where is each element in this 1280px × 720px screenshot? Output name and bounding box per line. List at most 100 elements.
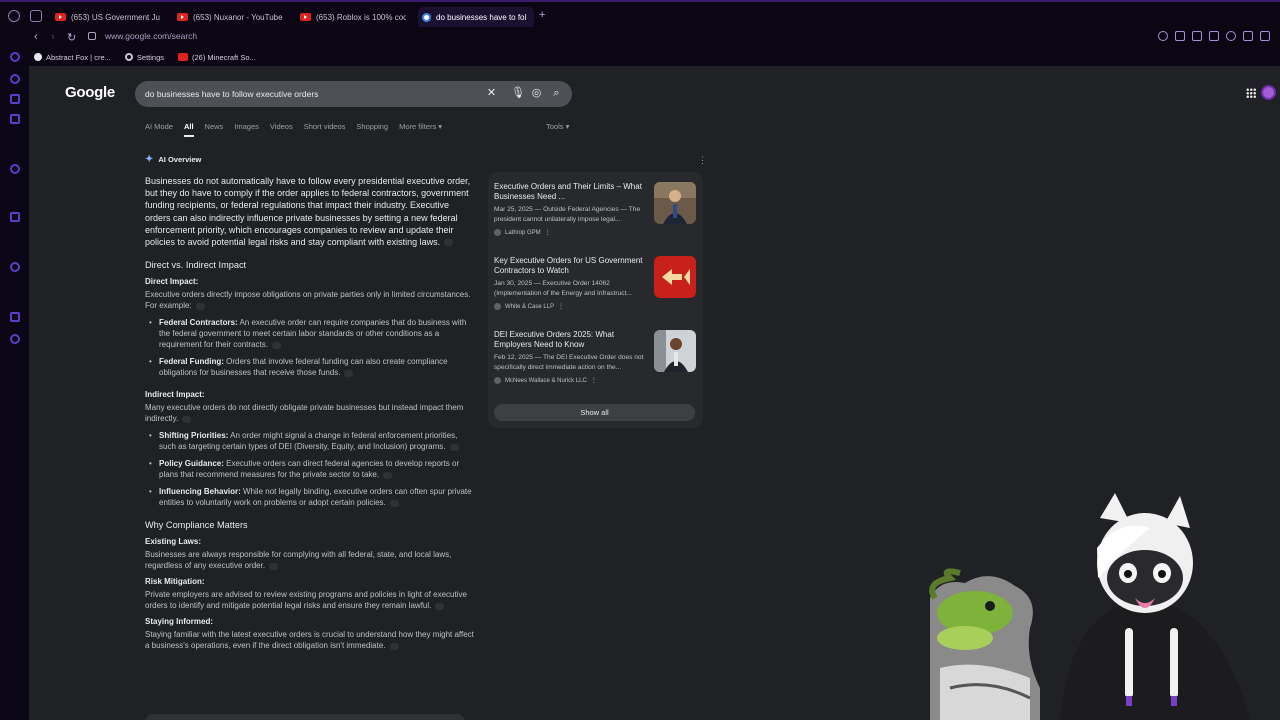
apps-grid-icon[interactable] bbox=[1246, 88, 1256, 98]
lock-icon[interactable] bbox=[88, 32, 96, 40]
search-icon[interactable]: ⌕ bbox=[551, 88, 562, 99]
item-title: Influencing Behavior: bbox=[159, 487, 241, 497]
url-field[interactable]: www.google.com/search bbox=[105, 31, 197, 41]
avatar[interactable] bbox=[1261, 85, 1276, 100]
tools-button[interactable]: Tools ▾ bbox=[546, 122, 569, 131]
sidebar-app-icon[interactable] bbox=[10, 74, 20, 84]
sidebar-app-icon[interactable] bbox=[10, 52, 20, 62]
source-title[interactable]: DEI Executive Orders 2025: What Employer… bbox=[494, 330, 649, 350]
menu-icon[interactable] bbox=[1260, 31, 1270, 41]
back-icon[interactable]: ‹ bbox=[34, 31, 38, 43]
tab-all[interactable]: All bbox=[183, 122, 194, 137]
source-thumbnail[interactable] bbox=[654, 182, 696, 224]
link-icon[interactable] bbox=[344, 369, 354, 377]
ai-overview: ✦ AI Overview Businesses do not automati… bbox=[145, 154, 475, 657]
source-card[interactable]: Key Executive Orders for US Government C… bbox=[494, 256, 699, 316]
source-site: White & Case LLP ⋮ bbox=[494, 303, 564, 310]
tab-groups-icon[interactable] bbox=[30, 10, 42, 22]
tab-videos[interactable]: Videos bbox=[270, 122, 293, 131]
show-all-button[interactable]: Show all bbox=[494, 404, 695, 421]
search-box[interactable]: do businesses have to follow executive o… bbox=[135, 81, 572, 107]
bookmark-settings[interactable]: Settings bbox=[124, 53, 164, 62]
bookmark-label: Abstract Fox | cre... bbox=[46, 52, 111, 62]
tab-2[interactable]: (653) Nuxanor - YouTube bbox=[177, 7, 289, 27]
favicon-icon bbox=[494, 377, 501, 384]
subsection-title: Existing Laws: bbox=[145, 537, 202, 547]
item-title: Policy Guidance: bbox=[159, 459, 224, 469]
tab-short-videos[interactable]: Short videos bbox=[304, 122, 346, 131]
sidebar-app-icon[interactable] bbox=[10, 312, 20, 322]
tab-active[interactable]: do businesses have to fol bbox=[418, 7, 534, 27]
heart-icon[interactable] bbox=[1226, 31, 1236, 41]
sidebar-app-icon[interactable] bbox=[10, 114, 20, 124]
link-icon[interactable] bbox=[444, 239, 454, 247]
tab-1[interactable]: (653) US Government Ju bbox=[55, 7, 163, 27]
link-icon[interactable] bbox=[389, 642, 399, 650]
bookmark-label: (26) Minecraft So... bbox=[192, 52, 256, 62]
bookmark-minecraft[interactable]: (26) Minecraft So... bbox=[178, 53, 256, 62]
ai-overview-header: ✦ AI Overview bbox=[145, 154, 475, 165]
google-logo[interactable]: Google bbox=[65, 84, 115, 101]
tab-more-filters[interactable]: More filters ▾ bbox=[399, 122, 442, 131]
reload-icon[interactable]: ↻ bbox=[67, 31, 76, 44]
search-input[interactable]: do businesses have to follow executive o… bbox=[145, 89, 318, 99]
source-thumbnail[interactable] bbox=[654, 256, 696, 298]
source-card[interactable]: DEI Executive Orders 2025: What Employer… bbox=[494, 330, 699, 390]
source-snippet: Jan 30, 2025 — Executive Order 14062 (Im… bbox=[494, 280, 632, 297]
link-icon[interactable] bbox=[195, 302, 205, 310]
link-icon[interactable] bbox=[383, 471, 393, 479]
profile-icon[interactable] bbox=[8, 10, 20, 22]
ai-overview-title: AI Overview bbox=[158, 155, 202, 164]
site-name: Lathrop GPM bbox=[505, 229, 541, 236]
bookmarks-bar: Abstract Fox | cre... Settings (26) Mine… bbox=[0, 48, 1280, 66]
more-icon[interactable]: ⋮ bbox=[545, 229, 551, 236]
show-more-button[interactable] bbox=[145, 714, 465, 720]
toolbar-icons bbox=[1158, 31, 1270, 41]
sidebar-app-icon[interactable] bbox=[10, 262, 20, 272]
paragraph: Private employers are advised to review … bbox=[145, 589, 475, 611]
tab-shopping[interactable]: Shopping bbox=[356, 122, 388, 131]
screenshot-icon[interactable] bbox=[1192, 31, 1202, 41]
tab-label: do businesses have to fol bbox=[436, 12, 527, 22]
tab-news[interactable]: News bbox=[205, 122, 224, 131]
zoom-icon[interactable] bbox=[1158, 31, 1168, 41]
summary-text: Businesses do not automatically have to … bbox=[145, 176, 471, 248]
play-icon[interactable] bbox=[1209, 31, 1219, 41]
section-title: Direct vs. Indirect Impact bbox=[145, 260, 247, 271]
more-icon[interactable]: ⋮ bbox=[558, 303, 564, 310]
section-title: Why Compliance Matters bbox=[145, 520, 248, 531]
clear-icon[interactable]: ✕ bbox=[486, 88, 497, 99]
sidebar-app-icon[interactable] bbox=[10, 212, 20, 222]
link-icon[interactable] bbox=[182, 415, 192, 423]
link-icon[interactable] bbox=[271, 341, 281, 349]
source-thumbnail[interactable] bbox=[654, 330, 696, 372]
window-icons bbox=[8, 10, 42, 22]
source-title[interactable]: Executive Orders and Their Limits – What… bbox=[494, 182, 649, 202]
forward-icon[interactable]: › bbox=[51, 31, 55, 43]
lens-icon[interactable]: ◎ bbox=[531, 88, 542, 99]
more-icon[interactable]: ⋮ bbox=[591, 377, 597, 384]
tab-label: (653) US Government Ju bbox=[71, 12, 160, 22]
sidebar-settings-icon[interactable] bbox=[10, 334, 20, 344]
link-icon[interactable] bbox=[269, 562, 279, 570]
sidebar-app-icon[interactable] bbox=[10, 94, 20, 104]
sidebar-app-icon[interactable] bbox=[10, 164, 20, 174]
source-card[interactable]: Executive Orders and Their Limits – What… bbox=[494, 182, 699, 242]
link-icon[interactable] bbox=[435, 602, 445, 610]
bookmark-abstract-fox[interactable]: Abstract Fox | cre... bbox=[34, 53, 111, 62]
link-icon[interactable] bbox=[389, 499, 399, 507]
tab-images[interactable]: Images bbox=[234, 122, 259, 131]
download-icon[interactable] bbox=[1243, 31, 1253, 41]
tab-ai-mode[interactable]: AI Mode bbox=[145, 122, 173, 131]
tab-strip: (653) US Government Ju (653) Nuxanor - Y… bbox=[0, 0, 1280, 28]
link-icon[interactable] bbox=[449, 443, 459, 451]
favicon-icon bbox=[494, 303, 501, 310]
more-options-icon[interactable]: ⋮ bbox=[698, 155, 707, 166]
source-title[interactable]: Key Executive Orders for US Government C… bbox=[494, 256, 649, 276]
browser-window: (653) US Government Ju (653) Nuxanor - Y… bbox=[0, 0, 1280, 720]
new-tab-button[interactable]: + bbox=[539, 9, 545, 21]
mic-icon[interactable]: 🎙 bbox=[511, 88, 525, 99]
pin-icon[interactable] bbox=[1175, 31, 1185, 41]
tab-3[interactable]: (653) Roblox is 100% coo bbox=[300, 7, 406, 27]
source-snippet: Feb 12, 2025 — The DEI Executive Order d… bbox=[494, 354, 644, 371]
